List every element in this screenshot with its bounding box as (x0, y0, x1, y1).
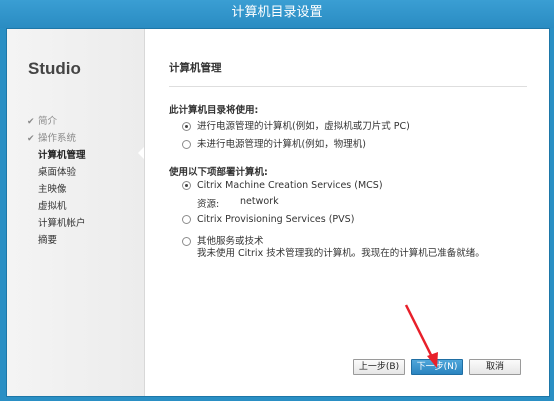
annotation-arrow-icon (404, 304, 438, 368)
